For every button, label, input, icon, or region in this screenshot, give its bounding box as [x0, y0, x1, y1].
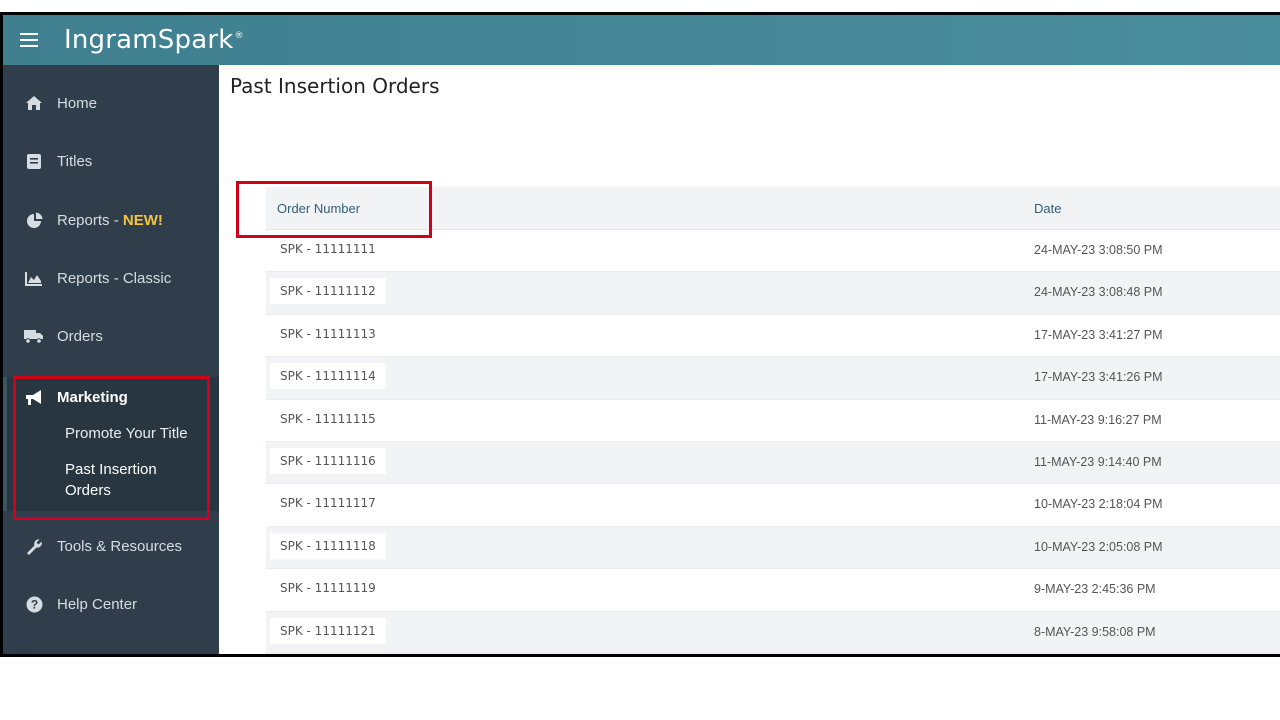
order-number-cell[interactable]: SPK - 11111112	[270, 278, 386, 305]
sidebar-subitem-promote-your-title[interactable]: Promote Your Title	[65, 423, 188, 444]
table-row: SPK - 11111112 24-MAY-23 3:08:48 PM	[266, 272, 1280, 315]
order-number-cell[interactable]: SPK - 11111113	[270, 320, 386, 347]
sidebar-item-reports-new[interactable]: Reports - NEW!	[3, 200, 219, 240]
sidebar-item-marketing[interactable]: Marketing	[3, 377, 219, 417]
logo-mark: ®	[234, 31, 244, 41]
table-row: SPK - 11111116 11-MAY-23 9:14:40 PM	[266, 441, 1280, 485]
truck-icon	[24, 329, 44, 344]
sidebar-item-tools-resources[interactable]: Tools & Resources	[3, 526, 219, 566]
order-number-cell[interactable]: SPK - 11111121	[270, 617, 386, 644]
sidebar-item-label: Titles	[57, 152, 93, 170]
sidebar-item-reports-classic[interactable]: Reports - Classic	[3, 258, 219, 298]
order-number-cell[interactable]: SPK - 11111116	[270, 447, 386, 474]
sidebar-subitem-past-insertion-orders[interactable]: Past Insertion Orders	[65, 459, 185, 501]
sidebar-item-label: Orders	[57, 327, 103, 345]
order-number-cell[interactable]: SPK - 11111114	[270, 363, 386, 390]
table-row: SPK - 11111119 9-MAY-23 2:45:36 PM	[266, 569, 1280, 612]
table-header: Order Number Date	[266, 187, 1280, 230]
svg-text:?: ?	[30, 597, 37, 611]
sidebar-item-titles[interactable]: Titles	[3, 141, 219, 181]
sidebar-item-help-center[interactable]: ? Help Center	[3, 584, 219, 624]
table-row: SPK - 11111114 17-MAY-23 3:41:26 PM	[266, 357, 1280, 400]
date-cell: 17-MAY-23 3:41:27 PM	[1034, 327, 1163, 342]
date-cell: 10-MAY-23 2:18:04 PM	[1034, 497, 1163, 512]
date-cell: 24-MAY-23 3:08:48 PM	[1034, 285, 1163, 300]
logo[interactable]: IngramSpark®	[64, 25, 244, 55]
logo-text: IngramSpark	[64, 25, 234, 55]
insertion-orders-table: Order Number Date SPK - 11111111 24-MAY-2…	[266, 187, 1280, 654]
order-number-cell[interactable]: SPK - 11111119	[270, 575, 386, 602]
new-badge: NEW!	[122, 211, 163, 229]
date-cell: 11-MAY-23 9:16:27 PM	[1034, 412, 1162, 427]
top-bar: IngramSpark®	[3, 15, 1280, 65]
area-chart-icon	[24, 271, 44, 286]
table-row: SPK - 11111111 24-MAY-23 3:08:50 PM	[266, 230, 1280, 273]
sidebar: Home Titles Reports - NEW! Reports - Cla…	[3, 65, 219, 654]
sidebar-item-label: Home	[57, 94, 98, 112]
table-row: SPK - 11111113 17-MAY-23 3:41:27 PM	[266, 315, 1280, 358]
pie-chart-icon	[24, 212, 44, 229]
megaphone-icon	[24, 389, 44, 406]
sidebar-item-label: Reports - NEW!	[57, 212, 163, 229]
date-cell: 11-MAY-23 9:14:40 PM	[1034, 454, 1162, 469]
main-content: Past Insertion Orders Order Number Date …	[219, 65, 1280, 654]
table-row: SPK - 11111117 10-MAY-23 2:18:04 PM	[266, 484, 1280, 527]
column-header-date[interactable]: Date	[1034, 201, 1061, 216]
order-number-cell[interactable]: SPK - 11111115	[270, 405, 386, 432]
order-number-cell[interactable]: SPK - 11111118	[270, 532, 386, 559]
order-number-cell[interactable]: SPK - 11111111	[270, 236, 386, 262]
reports-label: Reports -	[57, 211, 123, 229]
date-cell: 24-MAY-23 3:08:50 PM	[1034, 243, 1163, 257]
table-body: SPK - 11111111 24-MAY-23 3:08:50 PM SPK - …	[266, 230, 1280, 654]
order-number-cell[interactable]: SPK - 11111117	[270, 490, 386, 517]
date-cell: 10-MAY-23 2:05:08 PM	[1034, 539, 1163, 554]
sidebar-item-orders[interactable]: Orders	[3, 316, 219, 356]
sidebar-item-label: Reports - Classic	[57, 269, 172, 287]
date-cell: 8-MAY-23 9:58:08 PM	[1034, 624, 1156, 639]
app-window: IngramSpark® Home Titles Reports - NEW! …	[0, 12, 1280, 657]
table-row: SPK - 11111118 10-MAY-23 2:05:08 PM	[266, 526, 1280, 570]
table-row: SPK - 11111121 8-MAY-23 9:58:08 PM	[266, 611, 1280, 654]
table-row: SPK - 11111115 11-MAY-23 9:16:27 PM	[266, 400, 1280, 442]
page-title: Past Insertion Orders	[230, 74, 440, 98]
home-icon	[24, 95, 44, 111]
sidebar-item-label: Marketing	[57, 388, 128, 406]
question-icon: ?	[24, 596, 44, 613]
sidebar-item-label: Help Center	[57, 595, 138, 613]
wrench-icon	[24, 538, 44, 555]
date-cell: 17-MAY-23 3:41:26 PM	[1034, 370, 1163, 385]
column-header-order-number[interactable]: Order Number	[277, 201, 360, 216]
book-icon	[24, 153, 44, 170]
date-cell: 9-MAY-23 2:45:36 PM	[1034, 582, 1156, 597]
marketing-section: Marketing Promote Your Title Past Insert…	[3, 377, 219, 511]
sidebar-item-label: Tools & Resources	[57, 537, 183, 555]
sidebar-item-home[interactable]: Home	[3, 83, 219, 123]
hamburger-menu-icon[interactable]	[20, 29, 38, 51]
